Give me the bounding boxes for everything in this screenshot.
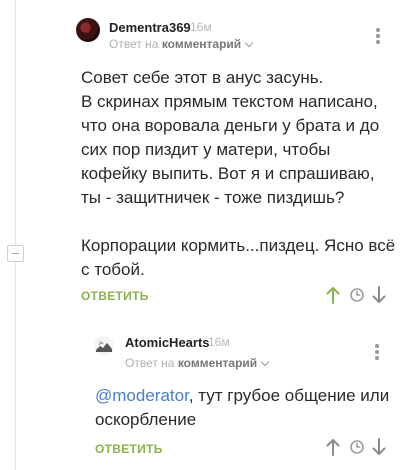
comment-actions xyxy=(326,438,396,458)
mention-link[interactable]: @moderator xyxy=(95,386,189,405)
reply-target[interactable]: комментарий xyxy=(178,356,257,370)
chevron-down-icon[interactable] xyxy=(260,357,270,367)
chevron-down-icon[interactable] xyxy=(244,38,254,48)
username[interactable]: Dementra369 xyxy=(109,20,191,35)
more-vertical-icon[interactable] xyxy=(375,28,381,46)
reply-button[interactable]: ОТВЕТИТЬ xyxy=(81,289,149,303)
reply-target[interactable]: комментарий xyxy=(162,37,241,51)
comment-text: Совет себе этот в анус засунь. В скринах… xyxy=(81,68,396,279)
avatar[interactable] xyxy=(76,18,100,42)
reply-context[interactable]: Ответ на комментарий xyxy=(125,356,270,370)
timestamp: 16м xyxy=(190,20,212,34)
collapse-thread-icon[interactable] xyxy=(7,245,24,262)
comment-text: @moderator, тут грубое общение или оскор… xyxy=(95,384,395,432)
reply-prefix: Ответ на xyxy=(109,37,159,51)
reply-button[interactable]: ОТВЕТИТЬ xyxy=(95,442,163,456)
arrow-down-icon[interactable] xyxy=(372,438,386,456)
more-vertical-icon[interactable] xyxy=(374,344,380,362)
username[interactable]: AtomicHearts xyxy=(125,335,210,350)
reply-context[interactable]: Ответ на комментарий xyxy=(109,37,254,51)
thread-line xyxy=(15,0,16,470)
clock-icon[interactable] xyxy=(349,286,365,304)
avatar[interactable] xyxy=(94,336,114,356)
clock-icon[interactable] xyxy=(349,438,365,456)
timestamp: 16м xyxy=(208,335,230,349)
arrow-up-icon[interactable] xyxy=(326,286,340,304)
reply-prefix: Ответ на xyxy=(125,356,175,370)
comment-actions xyxy=(326,286,396,306)
arrow-down-icon[interactable] xyxy=(372,286,386,304)
arrow-up-icon[interactable] xyxy=(326,438,340,456)
